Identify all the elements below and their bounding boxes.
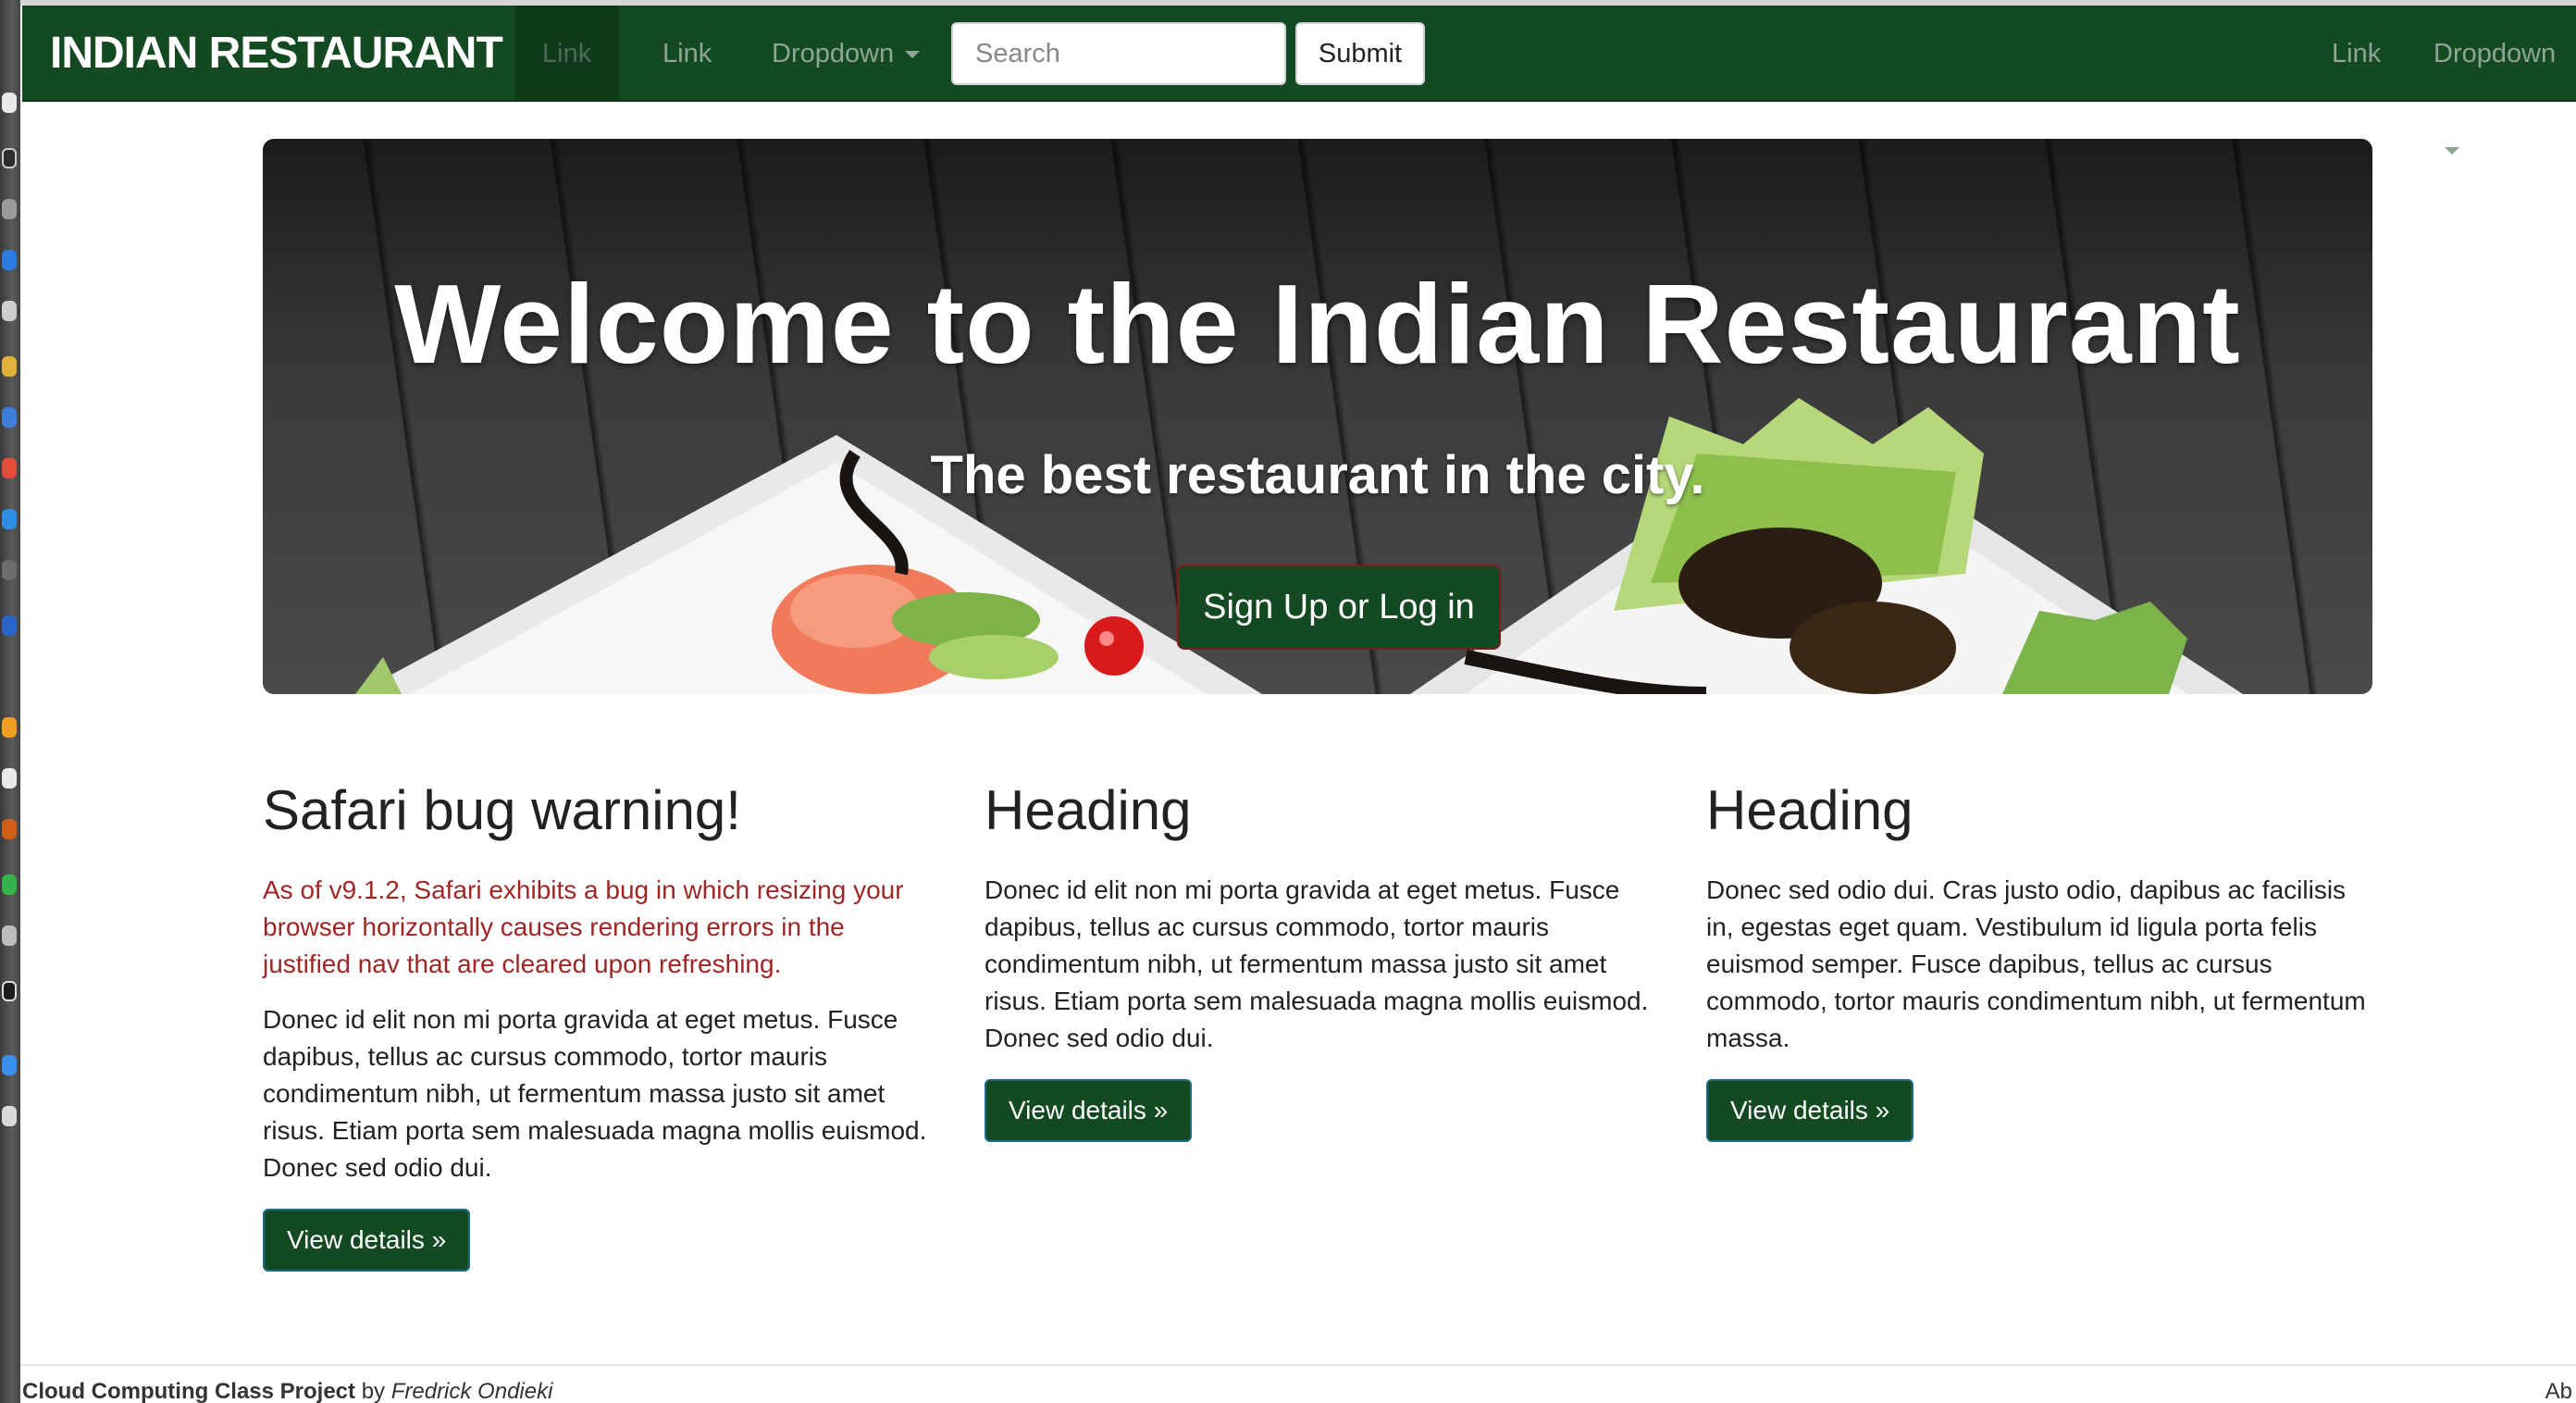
column-heading: Safari bug warning! bbox=[263, 779, 741, 841]
hero-title: Welcome to the Indian Restaurant bbox=[394, 261, 2241, 387]
column-heading-3: Heading Donec sed odio dui. Cras justo o… bbox=[1706, 777, 2372, 1142]
footer-author: Fredrick Ondieki bbox=[390, 1379, 553, 1403]
hero-jumbotron: Welcome to the Indian Restaurant The bes… bbox=[263, 139, 2372, 694]
dock-app-icon[interactable] bbox=[2, 356, 17, 377]
nav-dropdown-label: Dropdown bbox=[772, 39, 895, 68]
dock-app-icon[interactable] bbox=[2, 509, 17, 529]
warning-text: As of v9.1.2, Safari exhibits a bug in w… bbox=[263, 875, 904, 978]
navbar: INDIAN RESTAURANT Link Link Dropdown Sub… bbox=[22, 6, 2576, 155]
footer-about-link[interactable]: Ab bbox=[2545, 1379, 2572, 1403]
dock-app-icon[interactable] bbox=[2, 819, 17, 839]
dock-app-icon[interactable] bbox=[2, 93, 17, 113]
signup-login-button[interactable]: Sign Up or Log in bbox=[1177, 565, 1501, 650]
footer: Cloud Computing Class Project by Fredric… bbox=[20, 1364, 2576, 1403]
dock-app-icon[interactable] bbox=[2, 458, 17, 478]
dock-app-icon[interactable] bbox=[2, 717, 17, 738]
browser-page: INDIAN RESTAURANT Link Link Dropdown Sub… bbox=[20, 0, 2576, 1403]
dock-app-icon[interactable] bbox=[2, 560, 17, 580]
caret-down-icon bbox=[2445, 147, 2459, 155]
nav-dropdown-right-label: Dropdown bbox=[2434, 39, 2557, 68]
view-details-button[interactable]: View details » bbox=[985, 1079, 1193, 1142]
dock-app-icon[interactable] bbox=[2, 875, 17, 895]
dock-app-icon[interactable] bbox=[2, 925, 17, 946]
caret-down-icon bbox=[905, 51, 921, 59]
dock-app-icon[interactable] bbox=[2, 148, 17, 168]
column-body: Donec sed odio dui. Cras justo odio, dap… bbox=[1706, 875, 2366, 1052]
dock-app-icon[interactable] bbox=[2, 407, 17, 428]
footer-by: by bbox=[355, 1379, 391, 1403]
nav-link-right[interactable]: Link bbox=[2304, 6, 2409, 102]
view-details-button[interactable]: View details » bbox=[263, 1209, 471, 1272]
nav-link-2[interactable]: Link bbox=[635, 6, 739, 102]
nav-link-1[interactable]: Link bbox=[514, 6, 620, 102]
dock-app-icon[interactable] bbox=[2, 981, 17, 1001]
dock-app-icon[interactable] bbox=[2, 1055, 17, 1075]
nav-dropdown-right[interactable]: Dropdown bbox=[2406, 6, 2576, 155]
dock-app-icon[interactable] bbox=[2, 199, 17, 219]
submit-button[interactable]: Submit bbox=[1295, 22, 1425, 85]
brand-logo[interactable]: INDIAN RESTAURANT bbox=[50, 6, 503, 102]
column-body: Donec id elit non mi porta gravida at eg… bbox=[263, 1005, 927, 1182]
footer-project: Cloud Computing Class Project bbox=[22, 1379, 356, 1403]
column-body: Donec id elit non mi porta gravida at eg… bbox=[985, 875, 1649, 1052]
dock-app-icon[interactable] bbox=[2, 301, 17, 321]
nav-dropdown[interactable]: Dropdown bbox=[744, 6, 947, 102]
column-heading-2: Heading Donec id elit non mi porta gravi… bbox=[985, 777, 1651, 1142]
dock-app-icon[interactable] bbox=[2, 768, 17, 788]
column-heading: Heading bbox=[985, 779, 1192, 841]
dock-app-icon[interactable] bbox=[2, 615, 17, 636]
dock-app-icon[interactable] bbox=[2, 1106, 17, 1126]
dock-app-icon[interactable] bbox=[2, 250, 17, 270]
view-details-button[interactable]: View details » bbox=[1706, 1079, 1914, 1142]
column-safari-warning: Safari bug warning! As of v9.1.2, Safari… bbox=[263, 777, 929, 1272]
dock-strip bbox=[0, 0, 20, 1403]
column-heading: Heading bbox=[1706, 779, 1913, 841]
footer-credit: Cloud Computing Class Project by Fredric… bbox=[22, 1379, 552, 1403]
search-input[interactable] bbox=[951, 22, 1286, 85]
hero-subtitle: The best restaurant in the city. bbox=[930, 445, 1705, 505]
